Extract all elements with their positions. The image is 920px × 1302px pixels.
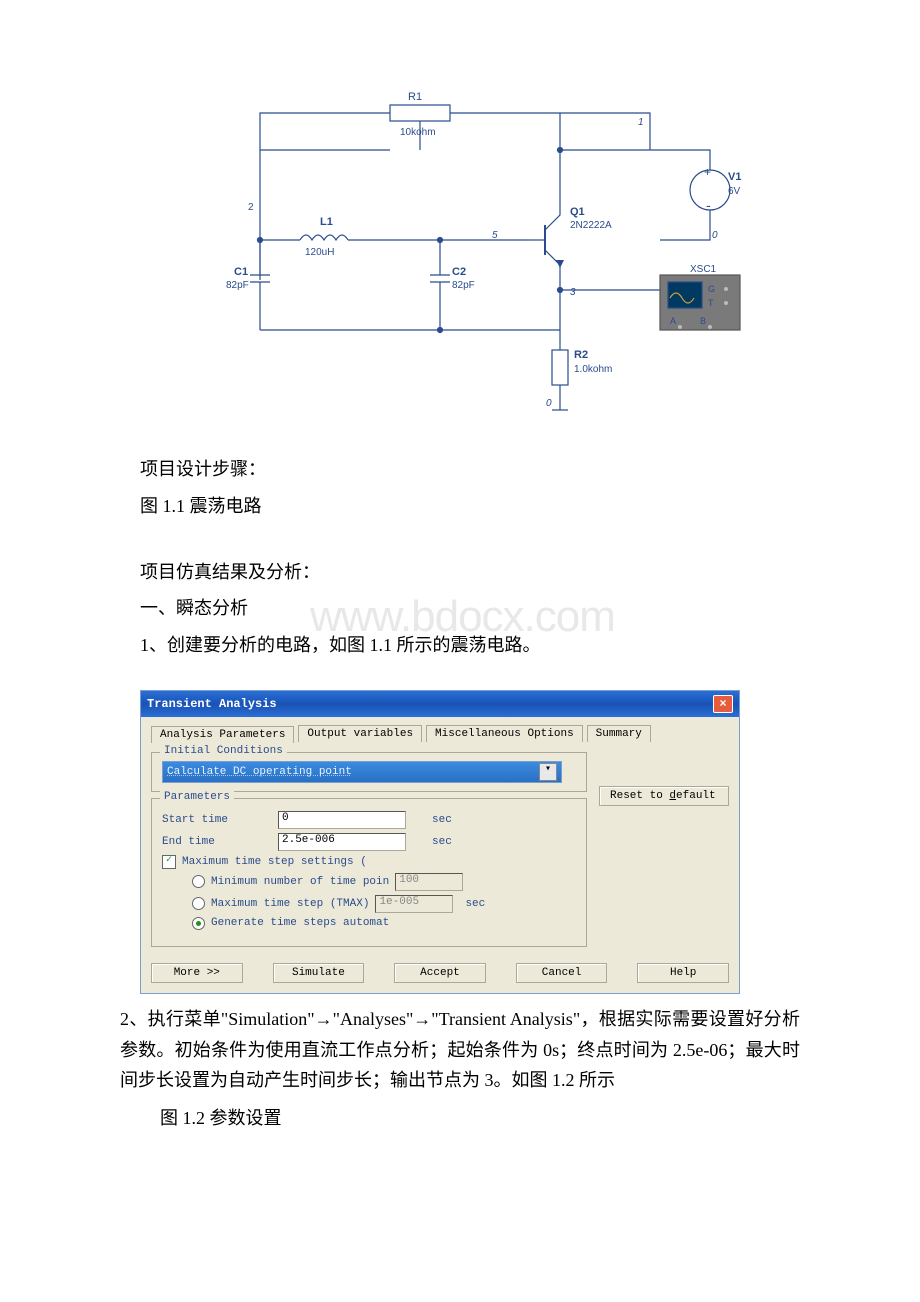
parameters-label: Parameters xyxy=(160,791,234,803)
svg-text:V1: V1 xyxy=(728,171,741,183)
transient-analysis-dialog: Transient Analysis × Analysis Parameters… xyxy=(140,690,740,994)
tab-summary[interactable]: Summary xyxy=(587,725,651,742)
start-time-input[interactable]: 0 xyxy=(278,811,406,829)
max-step-checkbox[interactable]: ✓ Maximum time step settings ( xyxy=(162,855,576,869)
steps-heading: 项目设计步骤： xyxy=(140,455,840,484)
svg-text:C2: C2 xyxy=(452,266,466,278)
sec-unit: sec xyxy=(432,814,452,826)
svg-text:R2: R2 xyxy=(574,349,588,361)
svg-text:5: 5 xyxy=(492,230,498,241)
cancel-button[interactable]: Cancel xyxy=(516,963,608,983)
svg-text:XSC1: XSC1 xyxy=(690,264,717,275)
svg-text:82pF: 82pF xyxy=(452,280,475,291)
svg-text:C1: C1 xyxy=(234,266,248,278)
radio-icon xyxy=(192,897,205,910)
svg-text:B: B xyxy=(700,316,706,326)
radio-icon xyxy=(192,875,205,888)
end-time-input[interactable]: 2.5e-006 xyxy=(278,833,406,851)
dialog-tabs: Analysis Parameters Output variables Mis… xyxy=(151,725,729,742)
svg-text:1: 1 xyxy=(638,117,644,128)
tab-analysis-parameters[interactable]: Analysis Parameters xyxy=(151,726,294,743)
help-button[interactable]: Help xyxy=(637,963,729,983)
step-1-text: 1、创建要分析的电路，如图 1.1 所示的震荡电路。 xyxy=(140,631,840,660)
figure-1-1-caption: 图 1.1 震荡电路 xyxy=(140,492,840,521)
end-time-label: End time xyxy=(162,836,272,848)
checkbox-icon: ✓ xyxy=(162,855,176,869)
sec-unit: sec xyxy=(432,836,452,848)
circuit-diagram: R1 10kohm 2 1 + - V1 6V 0 L1 120uH 5 xyxy=(190,80,750,435)
dialog-titlebar: Transient Analysis × xyxy=(141,691,739,717)
svg-text:82pF: 82pF xyxy=(226,280,249,291)
tab-misc-options[interactable]: Miscellaneous Options xyxy=(426,725,583,742)
svg-text:2N2222A: 2N2222A xyxy=(570,220,612,231)
svg-text:Q1: Q1 xyxy=(570,206,585,218)
radio-icon xyxy=(192,917,205,930)
svg-text:0: 0 xyxy=(546,398,552,409)
parameters-group: Parameters Start time 0 sec End time 2.5… xyxy=(151,798,587,947)
svg-text:A: A xyxy=(670,316,676,326)
svg-text:+: + xyxy=(704,165,711,179)
svg-text:1.0kohm: 1.0kohm xyxy=(574,364,612,375)
max-tmax-radio[interactable]: Maximum time step (TMAX) 1e-005 sec xyxy=(192,895,576,913)
initial-conditions-label: Initial Conditions xyxy=(160,745,287,757)
initial-conditions-select[interactable]: Calculate DC operating point ▾ xyxy=(162,761,562,783)
tab-output-variables[interactable]: Output variables xyxy=(298,725,422,742)
accept-button[interactable]: Accept xyxy=(394,963,486,983)
section-1-title: 一、瞬态分析 xyxy=(140,598,248,618)
svg-text:10kohm: 10kohm xyxy=(400,127,436,138)
svg-text:L1: L1 xyxy=(320,216,333,228)
svg-text:6V: 6V xyxy=(728,186,741,197)
close-button[interactable]: × xyxy=(713,695,733,713)
generate-auto-radio[interactable]: Generate time steps automat xyxy=(192,917,576,930)
svg-text:0: 0 xyxy=(712,230,718,241)
svg-text:2: 2 xyxy=(248,202,254,213)
initial-conditions-group: Initial Conditions Calculate DC operatin… xyxy=(151,752,587,792)
step-2-text: 2、执行菜单"Simulation"→"Analyses"→"Transient… xyxy=(120,1004,800,1096)
svg-text:120uH: 120uH xyxy=(305,247,334,258)
tmax-input: 1e-005 xyxy=(375,895,453,913)
sim-results-heading: 项目仿真结果及分析： xyxy=(140,558,840,587)
svg-text:G: G xyxy=(708,284,715,294)
min-points-radio[interactable]: Minimum number of time poin 100 xyxy=(192,873,576,891)
figure-1-2-caption: 图 1.2 参数设置 xyxy=(160,1104,840,1133)
more-button[interactable]: More >> xyxy=(151,963,243,983)
start-time-label: Start time xyxy=(162,814,272,826)
simulate-button[interactable]: Simulate xyxy=(273,963,365,983)
svg-text:R1: R1 xyxy=(408,91,422,103)
svg-text:T: T xyxy=(708,298,714,308)
reset-default-button[interactable]: Reset to default xyxy=(599,786,729,806)
min-points-input: 100 xyxy=(395,873,463,891)
chevron-down-icon[interactable]: ▾ xyxy=(539,763,557,781)
dialog-title: Transient Analysis xyxy=(147,697,277,711)
svg-text:3: 3 xyxy=(570,287,576,298)
